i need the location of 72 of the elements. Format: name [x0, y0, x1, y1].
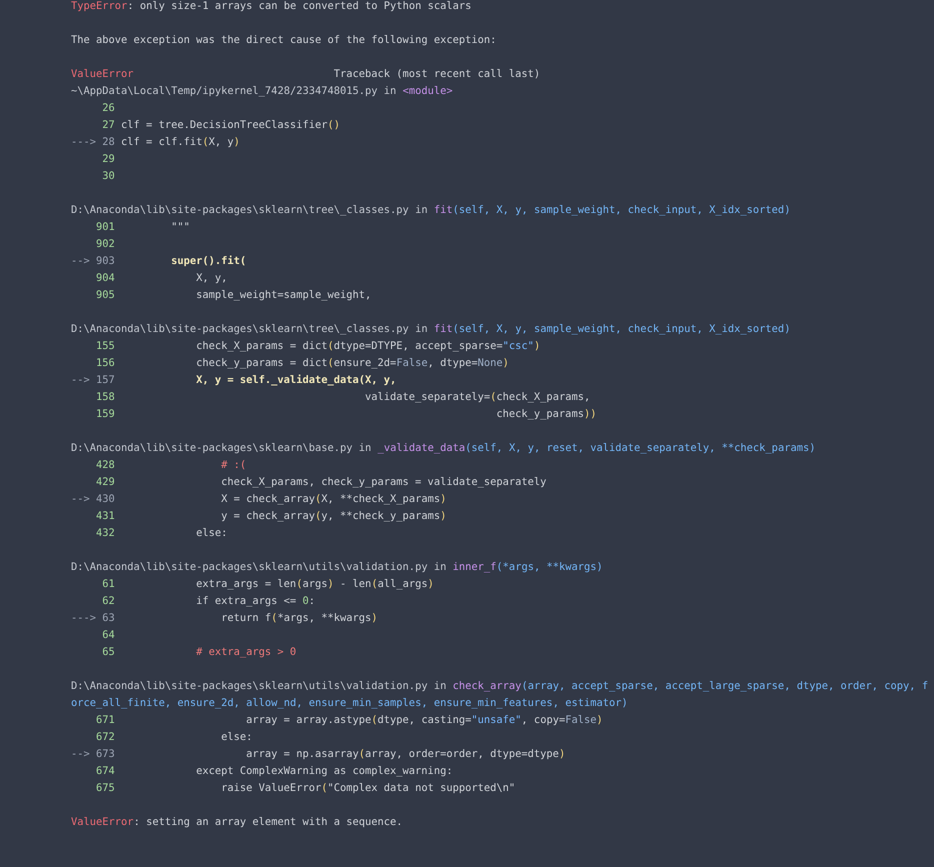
code-line: check_y_params = dict(ensure_2d=False, dtype=None)	[195, 356, 509, 371]
code-line: else:	[195, 526, 228, 541]
code-line: """	[170, 220, 190, 235]
line-number: 159	[96, 407, 115, 422]
line-number: 430	[96, 492, 115, 507]
code-line: clf = tree.DecisionTreeClassifier()	[121, 118, 340, 133]
code-line: check_X_params, check_y_params = validate_separately	[220, 475, 546, 490]
code-line: # extra_args > 0	[195, 645, 296, 660]
line-number: 30	[102, 169, 115, 184]
arrow-marker: -->	[71, 255, 90, 267]
traceback-label: Traceback (most recent call last)	[334, 67, 540, 82]
frame-header: D:\Anaconda\lib\site-packages\sklearn\base.py in _validate_data(self, X, y, reset, validate_separately, **check_params)	[71, 441, 816, 456]
line-number: 65	[102, 645, 115, 660]
code-line: raise ValueError("Complex data not supported\n"	[220, 781, 516, 796]
line-number: 904	[96, 271, 115, 286]
line-number: 902	[96, 237, 115, 252]
code-line: if extra_args <= 0:	[195, 594, 315, 609]
frame-header: D:\Anaconda\lib\site-packages\sklearn\tree\_classes.py in fit(self, X, y, sample_weight, check_input, X_idx_sorted)	[71, 322, 792, 337]
frame-header: D:\Anaconda\lib\site-packages\sklearn\tree\_classes.py in fit(self, X, y, sample_weight, check_input, X_idx_sorted)	[71, 203, 792, 218]
arrow-marker: -->	[71, 374, 90, 386]
code-line: array = np.asarray(array, order=order, dtype=dtype)	[245, 747, 566, 762]
error-line: ValueError: setting an array element with a sequence.	[71, 815, 404, 830]
line-number: 63	[102, 611, 115, 626]
line-number: 431	[96, 509, 115, 524]
line-number: 61	[102, 577, 115, 592]
code-line: validate_separately=(check_X_params,	[364, 390, 590, 405]
line-number: 156	[96, 356, 115, 371]
frame-header: ~\AppData\Local\Temp/ipykernel_7428/2334748015.py in <module>	[71, 84, 454, 99]
line-number: 27	[102, 118, 115, 133]
line-number: 903	[96, 254, 115, 269]
code-line: return f(*args, **kwargs)	[220, 611, 378, 626]
line-number: 155	[96, 339, 115, 354]
line-number: 26	[102, 101, 115, 116]
line-number: 157	[96, 373, 115, 388]
line-number: 901	[96, 220, 115, 235]
line-number: 28	[102, 135, 115, 150]
code-line: sample_weight=sample_weight,	[195, 288, 372, 303]
error-line: TypeError: only size-1 arrays can be converted to Python scalars	[71, 0, 472, 14]
arrow-marker: --->	[71, 136, 96, 148]
code-line: # :(	[220, 458, 246, 473]
code-line: clf = clf.fit(X, y)	[121, 135, 240, 150]
line-number: 673	[96, 747, 115, 762]
code-line: X, y = self._validate_data(X, y,	[195, 373, 396, 388]
code-line: y = check_array(y, **check_y_params)	[220, 509, 446, 524]
line-number: 672	[96, 730, 115, 745]
line-number: 675	[96, 781, 115, 796]
line-number: 29	[102, 152, 115, 167]
note-text: The above exception was the direct cause of the following exception:	[71, 33, 498, 48]
code-line: except ComplexWarning as complex_warning:	[195, 764, 453, 779]
code-line: else:	[220, 730, 252, 745]
line-number: 428	[96, 458, 115, 473]
code-line: check_X_params = dict(dtype=DTYPE, accept_sparse="csc")	[195, 339, 540, 354]
frame-header: D:\Anaconda\lib\site-packages\sklearn\utils\validation.py in inner_f(*args, **kwargs)	[71, 560, 604, 575]
line-number: 158	[96, 390, 115, 405]
code-line: super().fit(	[170, 254, 246, 269]
line-number: 674	[96, 764, 115, 779]
code-line: X = check_array(X, **check_X_params)	[220, 492, 446, 507]
error-name: ValueError	[71, 67, 135, 82]
arrow-marker: -->	[71, 493, 90, 505]
line-number: 905	[96, 288, 115, 303]
code-line: check_y_params))	[495, 407, 596, 422]
code-line: array = array.astype(dtype, casting="unsafe", copy=False)	[245, 713, 603, 728]
line-number: 62	[102, 594, 115, 609]
line-number: 429	[96, 475, 115, 490]
line-number: 671	[96, 713, 115, 728]
code-line: extra_args = len(args) - len(all_args)	[195, 577, 434, 592]
arrow-marker: --->	[71, 612, 96, 624]
line-number: 64	[102, 628, 115, 643]
line-number: 432	[96, 526, 115, 541]
arrow-marker: -->	[71, 748, 90, 760]
code-line: X, y,	[195, 271, 228, 286]
frame-header: D:\Anaconda\lib\site-packages\sklearn\utils\validation.py in check_array(array, accept_sparse, accept_large_sparse, dtype, order, copy, force_all_finite, ensure_2d, allow_nd, ensure_min_samples, ensure_min_features, estimator)	[71, 679, 930, 711]
